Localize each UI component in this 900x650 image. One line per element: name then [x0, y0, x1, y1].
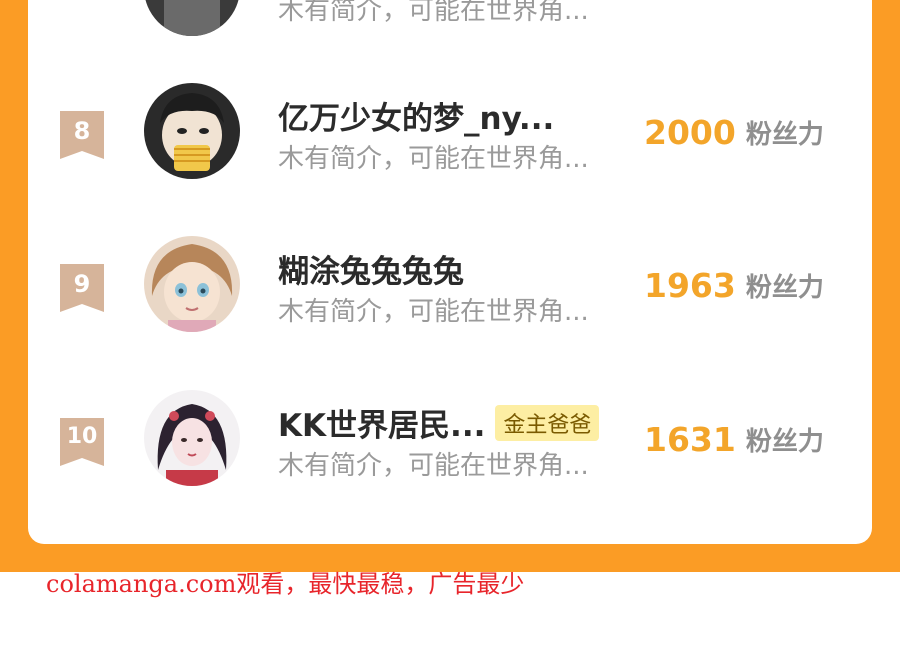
score-unit: 粉丝力	[745, 273, 824, 303]
user-name[interactable]: KK世界居民...	[278, 400, 485, 445]
user-bio: 木有简介，可能在世界角...	[278, 451, 589, 481]
ranking-row-partial[interactable]: 木有简介，可能在世界角...	[28, 0, 872, 40]
user-bio: 木有简介，可能在世界角...	[278, 0, 589, 26]
score-value: 1963	[644, 266, 736, 305]
rank-ribbon-badge: 8	[60, 111, 104, 161]
rank-ribbon-badge: 10	[60, 418, 104, 468]
avatar-boy-eating-fries[interactable]	[144, 83, 240, 179]
user-name[interactable]: 亿万少女的梦_ny...	[278, 93, 554, 138]
name-line: 糊涂兔兔兔兔	[278, 246, 464, 290]
ranking-row-9[interactable]: 9 糊涂兔兔兔兔 木有简介，可能在世界角... 1963 粉丝力	[28, 236, 872, 336]
ranking-row-8[interactable]: 8 亿万少女的梦_ny... 木有简介，可能在世界角... 2000 粉丝力	[28, 83, 872, 183]
score-unit: 粉丝力	[745, 427, 824, 457]
rank-number: 9	[73, 270, 91, 298]
ranking-row-10[interactable]: 10 KK世界居民... 金主爸爸 木有简介，可能在世界角... 1631 粉丝力	[28, 390, 872, 490]
ranking-card: 木有简介，可能在世界角... 8 亿万少女的梦_ny... 木有简介，可能在世界…	[28, 0, 872, 544]
avatar-costume-girl[interactable]	[144, 390, 240, 486]
fan-power-score: 1963 粉丝力	[644, 266, 824, 305]
avatar-partial[interactable]	[144, 0, 240, 36]
avatar-anime-girl[interactable]	[144, 236, 240, 332]
user-bio: 木有简介，可能在世界角...	[278, 297, 589, 327]
rank-number: 10	[66, 424, 98, 449]
sponsor-tag: 金主爸爸	[495, 404, 600, 441]
user-bio: 木有简介，可能在世界角...	[278, 144, 589, 174]
fan-power-score: 2000 粉丝力	[644, 113, 824, 152]
name-line: 亿万少女的梦_ny...	[278, 93, 554, 137]
fan-power-score: 1631 粉丝力	[644, 420, 824, 459]
watermark-text: colamanga.com观看，最快最稳，广告最少	[46, 570, 525, 598]
rank-ribbon-badge: 9	[60, 264, 104, 314]
name-line: KK世界居民... 金主爸爸	[278, 400, 600, 444]
user-name[interactable]: 糊涂兔兔兔兔	[278, 246, 464, 291]
score-value: 1631	[644, 420, 736, 459]
score-value: 2000	[644, 113, 736, 152]
score-unit: 粉丝力	[745, 120, 824, 150]
rank-number: 8	[73, 117, 91, 145]
